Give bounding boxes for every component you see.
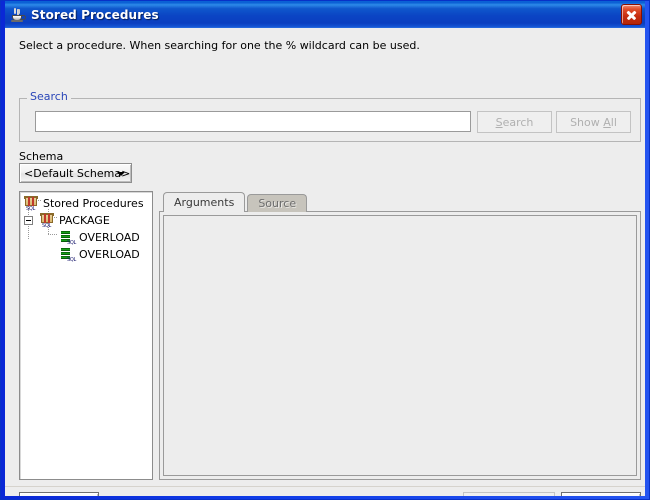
chevron-down-icon: [117, 172, 125, 176]
tree-node-label: OVERLOAD: [79, 231, 140, 244]
procedure-sql-icon: SQL: [60, 247, 76, 263]
package-sql-icon: SQL: [40, 213, 56, 229]
details-tabs-area: Arguments Source: [159, 191, 641, 480]
stored-procedures-tree[interactable]: SQL Stored Procedures SQL PACKAGE SQL OV…: [19, 191, 153, 480]
tree-node-overload[interactable]: SQL OVERLOAD: [20, 246, 152, 263]
show-all-button-mnemonic: A: [603, 115, 611, 129]
show-all-button[interactable]: Show All: [556, 111, 631, 133]
window-title: Stored Procedures: [31, 7, 159, 22]
title-bar: Stored Procedures: [5, 1, 645, 28]
show-all-label-pre: Show: [570, 115, 604, 129]
tree-node-package[interactable]: SQL PACKAGE: [20, 212, 152, 229]
tree-node-overload[interactable]: SQL OVERLOAD: [20, 229, 152, 246]
search-input[interactable]: [35, 111, 471, 132]
schema-select[interactable]: <Default Schema>: [19, 163, 132, 183]
tab-arguments[interactable]: Arguments: [163, 192, 246, 212]
tree-node-label: PACKAGE: [59, 214, 110, 227]
tab-source[interactable]: Source: [247, 194, 308, 212]
tab-label: Arguments: [174, 196, 235, 209]
cancel-button[interactable]: Cancel: [561, 492, 641, 496]
close-icon[interactable]: [621, 4, 642, 25]
search-button[interactable]: Search: [477, 111, 552, 133]
tree-node-stored-procedures[interactable]: SQL Stored Procedures: [20, 195, 152, 212]
collapse-icon[interactable]: [24, 216, 33, 225]
schema-label: Schema: [19, 150, 64, 163]
search-button-label-rest: earch: [502, 115, 534, 129]
search-button-mnemonic: S: [495, 115, 503, 129]
schema-selected-value: <Default Schema>: [24, 166, 131, 180]
search-group-label: Search: [27, 90, 71, 103]
tree-node-label: OVERLOAD: [79, 248, 140, 261]
tree-node-label: Stored Procedures: [43, 197, 144, 210]
procedure-sql-icon: SQL: [60, 230, 76, 246]
help-button[interactable]: Help: [19, 492, 99, 496]
dialog-client-area: Select a procedure. When searching for o…: [5, 28, 645, 496]
package-sql-icon: SQL: [24, 196, 40, 212]
instruction-text: Select a procedure. When searching for o…: [19, 39, 420, 52]
java-coffee-cup-icon: [10, 7, 26, 23]
arguments-table-area[interactable]: [163, 215, 637, 476]
show-all-label-rest: ll: [610, 115, 617, 129]
tab-label: Source: [258, 197, 297, 210]
footer-divider: [5, 486, 645, 487]
ok-button[interactable]: OK: [463, 492, 555, 496]
tab-strip: Arguments Source: [159, 191, 641, 212]
tab-panel: [159, 211, 641, 480]
dialog-window: Stored Procedures Select a procedure. Wh…: [0, 0, 650, 500]
